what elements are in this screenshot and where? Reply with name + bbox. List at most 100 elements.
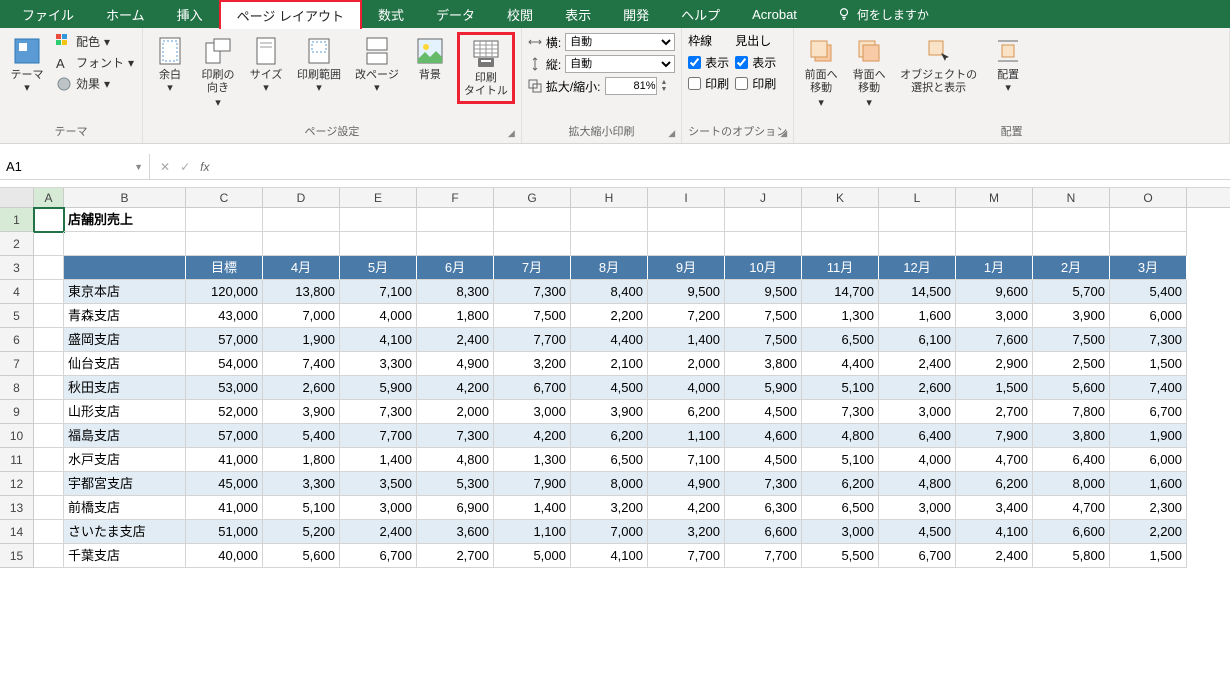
tab-page-layout[interactable]: ページ レイアウト [219, 0, 362, 29]
name-box-dropdown-icon[interactable]: ▼ [134, 162, 143, 172]
cell[interactable]: 4,100 [956, 520, 1033, 544]
cell[interactable]: 2,000 [417, 400, 494, 424]
themes-button[interactable]: テーマ▾ [6, 32, 48, 98]
cell[interactable]: 5,100 [263, 496, 340, 520]
cell[interactable]: 9,500 [648, 280, 725, 304]
cell[interactable] [34, 520, 64, 544]
cell[interactable]: 4,700 [956, 448, 1033, 472]
cell[interactable]: 1,300 [802, 304, 879, 328]
cell[interactable]: 6,000 [1110, 448, 1187, 472]
cell[interactable]: 4,200 [494, 424, 571, 448]
cell[interactable]: 7,100 [648, 448, 725, 472]
cell[interactable]: 6,500 [802, 496, 879, 520]
cell[interactable]: 7,500 [725, 328, 802, 352]
tab-help[interactable]: ヘルプ [665, 1, 736, 28]
cell[interactable]: 57,000 [186, 424, 263, 448]
cell[interactable]: 7,300 [725, 472, 802, 496]
cell[interactable]: 5,600 [1033, 376, 1110, 400]
cell[interactable]: 7,300 [494, 280, 571, 304]
cell[interactable] [648, 232, 725, 256]
select-all-corner[interactable] [0, 188, 34, 207]
gridlines-show-check[interactable]: 表示 [688, 53, 729, 72]
cell[interactable]: 1,900 [1110, 424, 1187, 448]
cell[interactable]: 7,100 [340, 280, 417, 304]
cell[interactable]: 6,500 [802, 328, 879, 352]
cell[interactable]: 1,800 [263, 448, 340, 472]
cell[interactable]: 2,400 [956, 544, 1033, 568]
send-backward-button[interactable]: 背面へ 移動▾ [848, 32, 890, 114]
cell[interactable]: 2,200 [1110, 520, 1187, 544]
col-header[interactable]: K [802, 188, 879, 207]
cell[interactable]: 目標 [186, 256, 263, 280]
cell[interactable]: 6,700 [1110, 400, 1187, 424]
cell[interactable]: 1,500 [1110, 352, 1187, 376]
cell[interactable]: 水戸支店 [64, 448, 186, 472]
cell[interactable]: 7,700 [494, 328, 571, 352]
cell[interactable]: 4,800 [879, 472, 956, 496]
cell[interactable]: 3,000 [340, 496, 417, 520]
fonts-button[interactable]: A フォント ▾ [54, 53, 136, 72]
cell[interactable]: 7,300 [1110, 328, 1187, 352]
headings-print-check[interactable]: 印刷 [735, 74, 776, 93]
cell[interactable]: 4,900 [648, 472, 725, 496]
enter-icon[interactable]: ✓ [180, 160, 190, 174]
cell[interactable]: 2,200 [571, 304, 648, 328]
cell[interactable] [879, 208, 956, 232]
cell[interactable]: 6,900 [417, 496, 494, 520]
cell[interactable]: 8,000 [571, 472, 648, 496]
cell[interactable]: 7,000 [263, 304, 340, 328]
cell[interactable]: 7,400 [1110, 376, 1187, 400]
cell[interactable]: 6,300 [725, 496, 802, 520]
orientation-button[interactable]: 印刷の 向き ▾ [197, 32, 239, 114]
cell[interactable]: 6,400 [1033, 448, 1110, 472]
cell[interactable]: 7,300 [417, 424, 494, 448]
cell[interactable]: 3,500 [340, 472, 417, 496]
cell[interactable]: 6,200 [956, 472, 1033, 496]
cell[interactable] [725, 232, 802, 256]
cell[interactable] [417, 232, 494, 256]
col-header[interactable]: H [571, 188, 648, 207]
cell[interactable] [34, 352, 64, 376]
height-select[interactable]: 自動 [565, 55, 675, 73]
cell[interactable]: 秋田支店 [64, 376, 186, 400]
row-header[interactable]: 10 [0, 424, 34, 448]
cell[interactable]: 5,200 [263, 520, 340, 544]
cell[interactable]: 2,400 [417, 328, 494, 352]
cell[interactable] [340, 208, 417, 232]
cell[interactable]: 41,000 [186, 448, 263, 472]
col-header[interactable]: A [34, 188, 64, 207]
cell[interactable]: 2,400 [340, 520, 417, 544]
cell[interactable]: 6月 [417, 256, 494, 280]
tab-view[interactable]: 表示 [549, 1, 607, 28]
cell[interactable]: 1,600 [879, 304, 956, 328]
tab-developer[interactable]: 開発 [607, 1, 665, 28]
cell[interactable]: 3,900 [1033, 304, 1110, 328]
cell[interactable]: 43,000 [186, 304, 263, 328]
cell[interactable]: 千葉支店 [64, 544, 186, 568]
cell[interactable]: 4,500 [571, 376, 648, 400]
cell[interactable]: 7,600 [956, 328, 1033, 352]
cell[interactable]: 57,000 [186, 328, 263, 352]
cell[interactable]: 3,800 [725, 352, 802, 376]
row-header[interactable]: 2 [0, 232, 34, 256]
row-header[interactable]: 5 [0, 304, 34, 328]
cell[interactable]: 7月 [494, 256, 571, 280]
col-header[interactable]: F [417, 188, 494, 207]
cell[interactable]: さいたま支店 [64, 520, 186, 544]
cell[interactable]: 6,100 [879, 328, 956, 352]
cell[interactable]: 7,700 [340, 424, 417, 448]
size-button[interactable]: サイズ▾ [245, 32, 287, 98]
cell[interactable]: 福島支店 [64, 424, 186, 448]
cell[interactable]: 5,400 [263, 424, 340, 448]
col-header[interactable]: L [879, 188, 956, 207]
selection-pane-button[interactable]: オブジェクトの 選択と表示 [896, 32, 981, 98]
row-header[interactable]: 13 [0, 496, 34, 520]
cell[interactable] [340, 232, 417, 256]
cell[interactable] [34, 208, 64, 232]
cell[interactable]: 宇都宮支店 [64, 472, 186, 496]
scale-input[interactable] [605, 77, 657, 95]
cell[interactable]: 5,700 [1033, 280, 1110, 304]
effects-button[interactable]: 効果 ▾ [54, 74, 136, 93]
cell[interactable]: 8,000 [1033, 472, 1110, 496]
col-header[interactable]: M [956, 188, 1033, 207]
